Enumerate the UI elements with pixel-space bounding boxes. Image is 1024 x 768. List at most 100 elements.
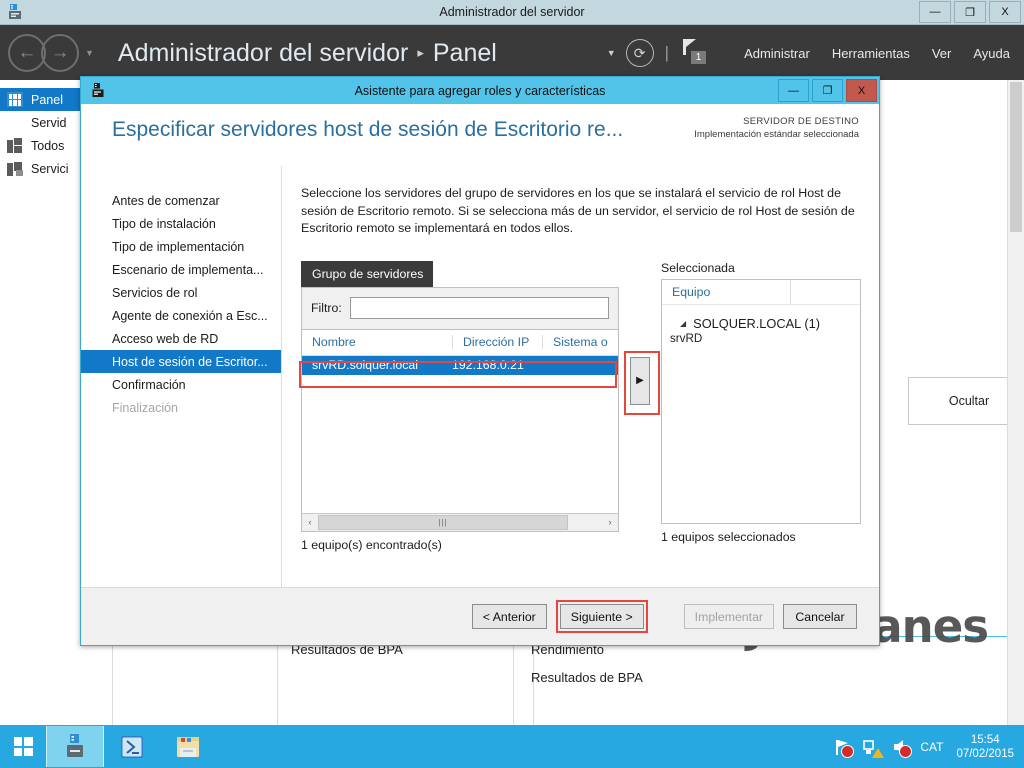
- previous-button[interactable]: < Anterior: [471, 604, 547, 629]
- selected-footer-count: 1 equipos seleccionados: [661, 529, 796, 544]
- notifications-flag-icon[interactable]: 1: [680, 38, 708, 68]
- wizard-titlebar: Asistente para agregar roles y caracterí…: [81, 77, 879, 104]
- destination-value: Implementación estándar seleccionada: [694, 129, 859, 140]
- forward-icon[interactable]: →: [41, 34, 79, 72]
- selected-label: Seleccionada: [661, 260, 735, 275]
- scroll-right-icon[interactable]: ›: [602, 517, 618, 527]
- server-manager-taskbar-icon: [67, 733, 83, 757]
- all-servers-icon: [7, 138, 23, 153]
- window-maximize-button[interactable]: ❐: [954, 1, 986, 23]
- wizard-header: Especificar servidores host de sesión de…: [81, 104, 879, 166]
- dashboard-column-divider: [277, 637, 278, 725]
- wizard-step-confirmacion[interactable]: Confirmación: [81, 373, 281, 396]
- powershell-taskbar-icon: [121, 735, 143, 758]
- breadcrumb-page: Panel: [432, 38, 497, 67]
- scrollbar-thumb[interactable]: |||: [318, 514, 568, 530]
- wizard-server-icon: [87, 83, 111, 98]
- warning-badge-icon: [872, 747, 885, 758]
- clock[interactable]: 15:54 07/02/2015: [956, 733, 1014, 761]
- taskbar-item-powershell[interactable]: [104, 726, 160, 767]
- menu-administrar[interactable]: Administrar: [744, 46, 810, 61]
- window-minimize-button[interactable]: —: [919, 1, 951, 23]
- wizard-step-tipo-de-implementacion[interactable]: Tipo de implementación: [81, 235, 281, 258]
- breadcrumb-root[interactable]: Administrador del servidor: [118, 39, 408, 68]
- wizard-step-finalizacion: Finalización: [112, 400, 179, 415]
- column-header-spacer: [790, 279, 860, 304]
- column-header-equipo[interactable]: Equipo: [662, 285, 790, 299]
- start-button[interactable]: [0, 725, 46, 768]
- wizard-title: Asistente para agregar roles y caracterí…: [354, 83, 606, 98]
- column-header-nombre[interactable]: Nombre: [302, 335, 452, 349]
- wizard-step-host-de-sesion[interactable]: Host de sesión de Escritor...: [81, 350, 281, 373]
- deploy-button: Implementar: [683, 604, 774, 629]
- wizard-footer: < Anterior Siguiente > Implementar Cance…: [81, 587, 879, 645]
- sidebar-item-label: Servid: [31, 115, 67, 130]
- selected-box: Equipo ◢ SOLQUER.LOCAL (1) srvRD: [661, 278, 861, 524]
- header-toolbar: ▼ ⟳ | 1 Administrar Herramientas Ver Ayu…: [607, 38, 1024, 68]
- selected-tree: ◢ SOLQUER.LOCAL (1) srvRD: [662, 305, 860, 345]
- scrollbar-thumb[interactable]: [1010, 82, 1022, 232]
- dashboard-label-bpa-2: Resultados de BPA: [531, 670, 643, 685]
- next-button[interactable]: Siguiente >: [559, 604, 644, 629]
- wizard-step-servicios-de-rol[interactable]: Servicios de rol: [81, 281, 281, 304]
- breadcrumb-separator-icon: ▸: [417, 45, 424, 60]
- expand-collapse-triangle-icon[interactable]: ◢: [680, 319, 686, 328]
- column-header-direccion-ip[interactable]: Dirección IP: [452, 335, 542, 349]
- flag-error-icon[interactable]: [833, 737, 855, 758]
- wizard-window-controls: — ❐ X: [775, 79, 879, 102]
- destination-server-info: SERVIDOR DE DESTINO Implementación están…: [694, 116, 859, 140]
- server-pool-panel: Grupo de servidores Filtro: Nombre Direc…: [299, 260, 619, 552]
- wizard-step-acceso-web-de-rd[interactable]: Acceso web de RD: [81, 327, 281, 350]
- wizard-step-antes-de-comenzar[interactable]: Antes de comenzar: [81, 189, 281, 212]
- network-warning-icon[interactable]: [862, 737, 885, 758]
- wizard-pane: Seleccione los servidores del grupo de s…: [281, 166, 879, 588]
- list-item[interactable]: srvRD: [662, 332, 860, 345]
- taskbar-item-server-manager[interactable]: [46, 726, 104, 767]
- taskbar-item-file-explorer[interactable]: [160, 726, 216, 767]
- destination-label: SERVIDOR DE DESTINO: [743, 116, 859, 127]
- wizard-maximize-button[interactable]: ❐: [812, 79, 843, 102]
- selected-group-label: SOLQUER.LOCAL (1): [693, 315, 820, 331]
- menu-herramientas[interactable]: Herramientas: [832, 46, 910, 61]
- notification-count-badge: 1: [691, 51, 707, 64]
- scroll-left-icon[interactable]: ‹: [302, 517, 318, 527]
- wizard-step-escenario-de-implementacion[interactable]: Escenario de implementa...: [81, 258, 281, 281]
- table-row[interactable]: srvRD.solquer.local 192.168.0.21: [302, 355, 618, 375]
- window-title: Administrador del servidor: [439, 5, 585, 19]
- window-close-button[interactable]: X: [989, 1, 1021, 23]
- add-roles-wizard-dialog: Asistente para agregar roles y caracterí…: [80, 76, 880, 646]
- filter-label: Filtro:: [311, 301, 342, 315]
- row-server-ip: 192.168.0.21: [452, 358, 524, 372]
- refresh-icon[interactable]: ⟳: [625, 39, 654, 67]
- selected-group-row[interactable]: ◢ SOLQUER.LOCAL (1): [662, 316, 860, 331]
- pool-horizontal-scrollbar[interactable]: ‹ ||| ›: [302, 512, 618, 531]
- instruction-text: Seleccione los servidores del grupo de s…: [301, 186, 855, 235]
- language-indicator[interactable]: CAT: [920, 740, 943, 754]
- error-badge-icon: [841, 744, 855, 758]
- nav-history-chevron-down-icon[interactable]: ▼: [85, 48, 94, 58]
- filter-input[interactable]: [349, 297, 609, 319]
- wizard-step-agente-de-conexion[interactable]: Agente de conexión a Esc...: [81, 304, 281, 327]
- cancel-button[interactable]: Cancelar: [783, 604, 857, 629]
- menu-ayuda[interactable]: Ayuda: [973, 46, 1010, 61]
- wizard-close-button[interactable]: X: [846, 79, 877, 102]
- column-header-sistema-operativo[interactable]: Sistema o: [542, 335, 618, 349]
- volume-muted-icon[interactable]: [891, 737, 913, 758]
- clock-time: 15:54: [970, 733, 1000, 746]
- breadcrumb: Administrador del servidor ▸ Panel: [118, 39, 497, 68]
- next-button-highlight: Siguiente >: [555, 600, 648, 633]
- dashboard-scrollbar[interactable]: [1007, 80, 1024, 725]
- scrollbar-track[interactable]: |||: [318, 514, 602, 530]
- add-selected-server-button[interactable]: ▶: [630, 356, 650, 405]
- dashboard-column-divider: [513, 637, 514, 725]
- menu-ver[interactable]: Ver: [932, 46, 952, 61]
- taskbar: CAT 15:54 07/02/2015: [0, 725, 1024, 768]
- file-services-icon: [7, 161, 23, 176]
- pool-footer-count: 1 equipo(s) encontrado(s): [301, 537, 442, 552]
- wizard-minimize-button[interactable]: —: [778, 79, 809, 102]
- header-chevron-down-icon[interactable]: ▼: [607, 48, 616, 58]
- wizard-step-tipo-de-instalacion[interactable]: Tipo de instalación: [81, 212, 281, 235]
- tab-grupo-de-servidores[interactable]: Grupo de servidores: [301, 260, 434, 287]
- wizard-main: Antes de comenzar Tipo de instalación Ti…: [81, 166, 879, 588]
- server-pool-box: Filtro: Nombre Dirección IP Sistema o sr…: [301, 286, 619, 532]
